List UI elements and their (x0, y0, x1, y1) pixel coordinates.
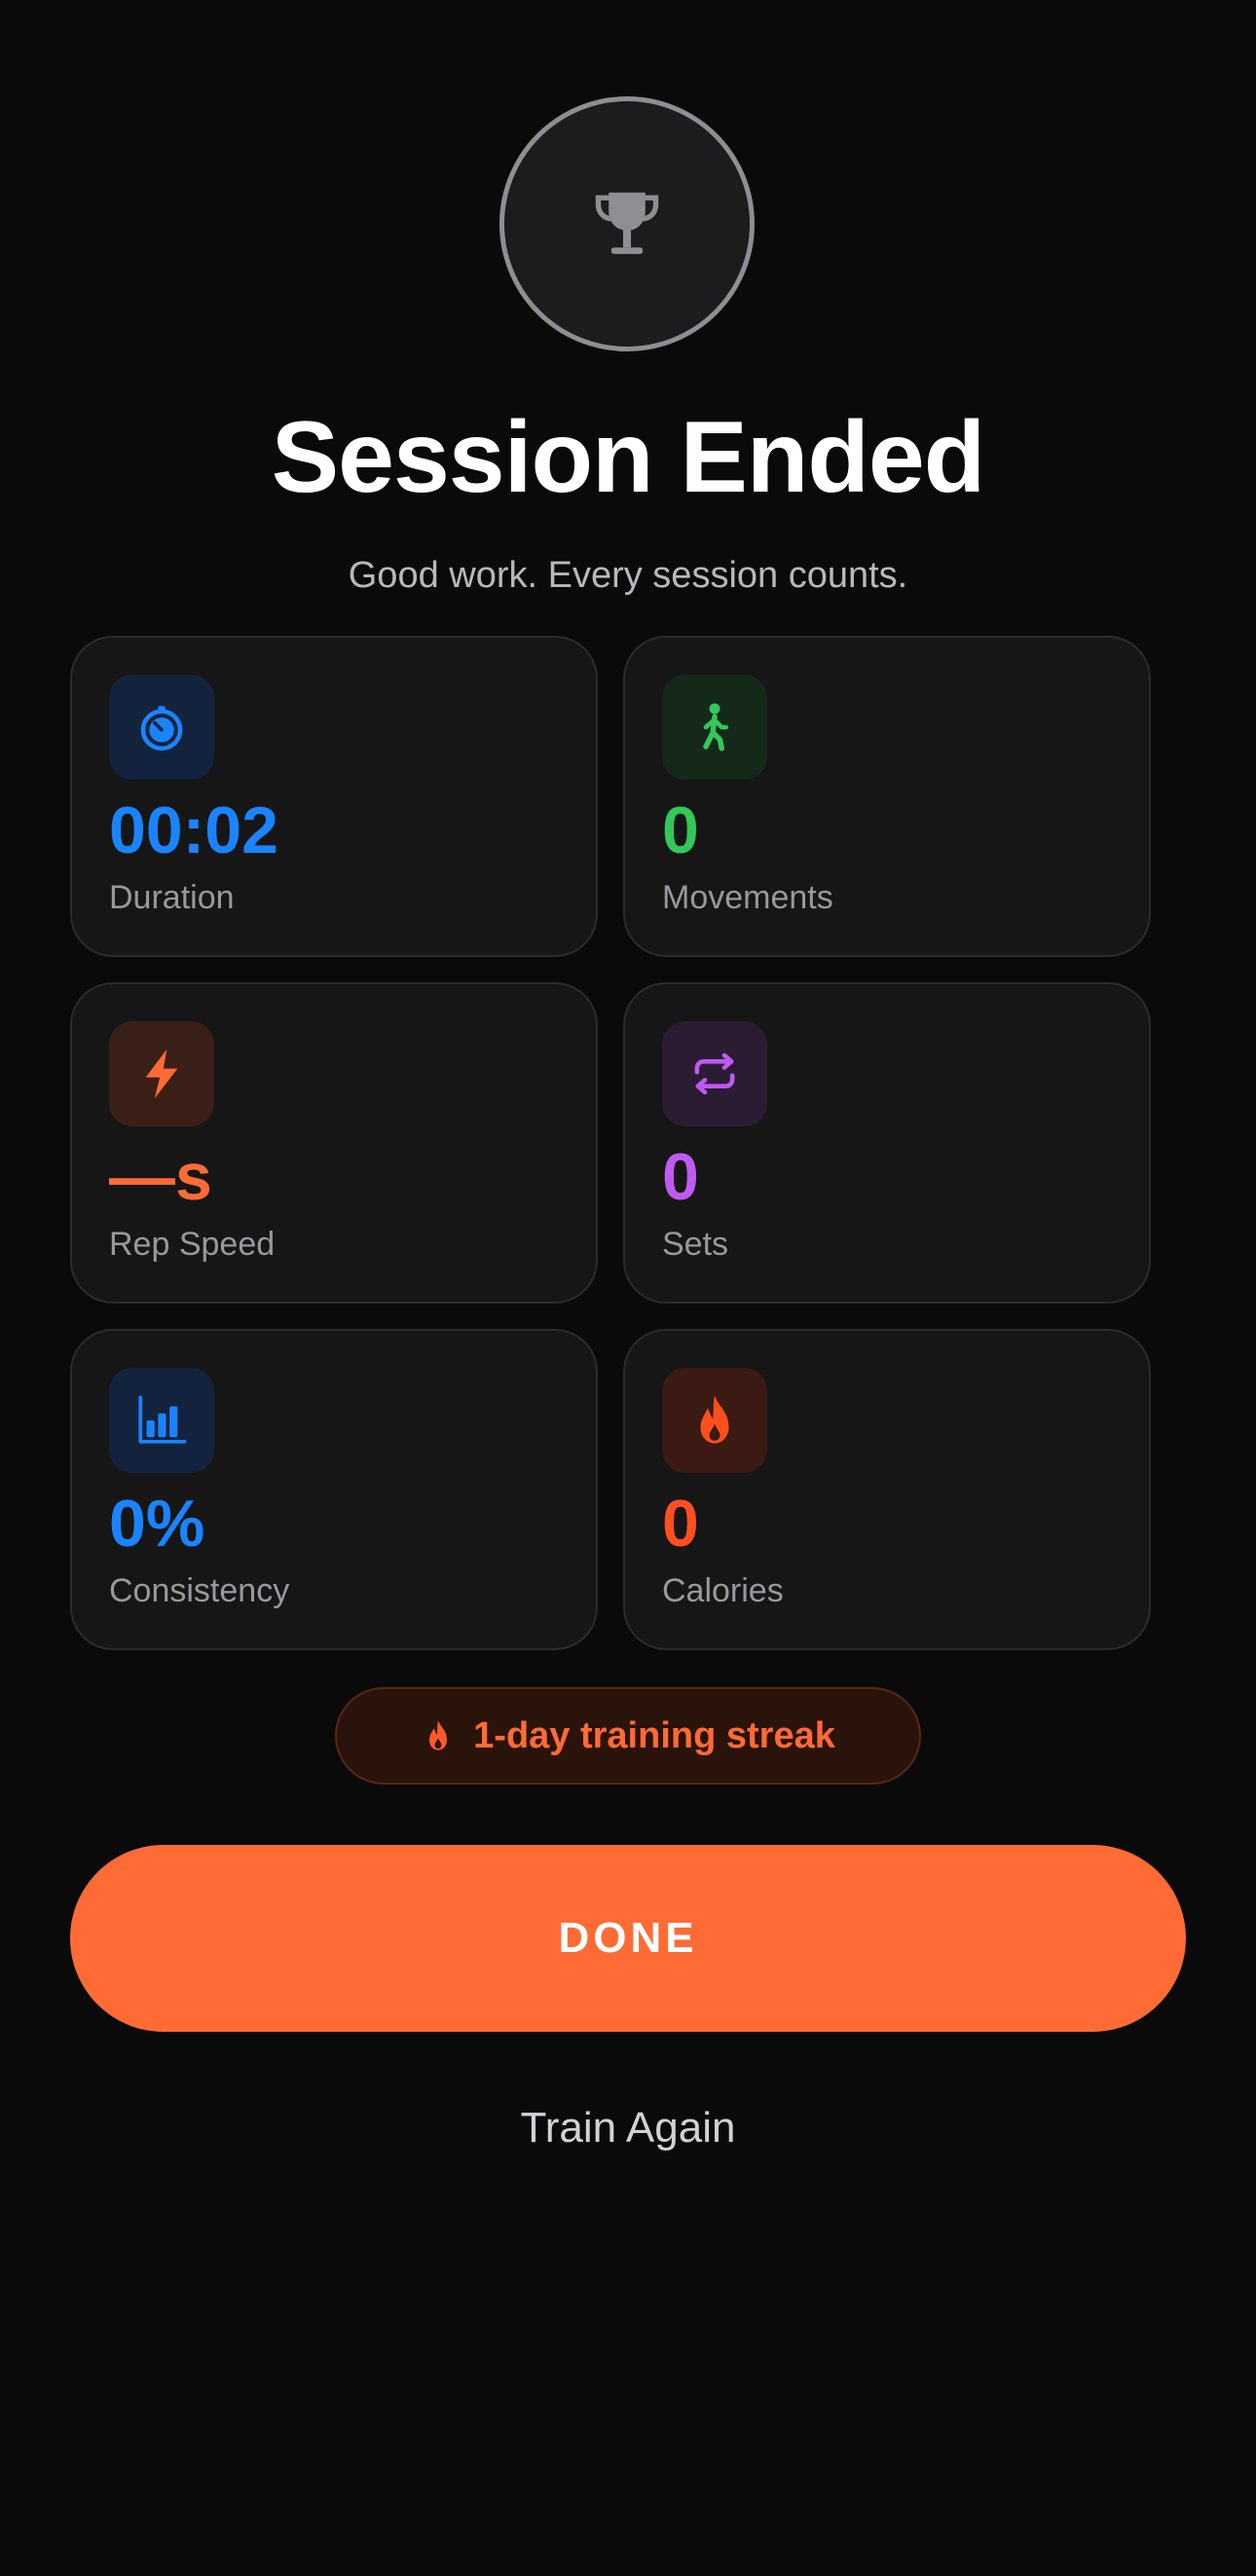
bar-chart-icon (138, 1395, 187, 1444)
stat-label: Movements (662, 879, 833, 916)
stat-label: Consistency (109, 1572, 290, 1609)
stat-value: 0% (109, 1487, 205, 1561)
stat-label: Duration (109, 879, 235, 916)
stat-icon-box (662, 1368, 767, 1473)
stat-card-duration: 00:02 Duration (70, 636, 598, 957)
done-button[interactable]: DONE (70, 1845, 1186, 2032)
flame-icon (429, 1720, 448, 1750)
flame-icon (700, 1395, 729, 1444)
stat-card-sets: 0 Sets (623, 982, 1151, 1304)
repeat-icon (694, 1052, 735, 1095)
stopwatch-icon (140, 706, 183, 752)
stat-icon-box (662, 675, 767, 780)
lightning-bolt-icon (145, 1049, 178, 1099)
stat-value: 0 (662, 1140, 699, 1214)
page-title: Session Ended (271, 401, 986, 514)
stat-icon-box (109, 675, 214, 780)
walking-figure-icon (703, 703, 729, 752)
streak-badge: 1-day training streak (335, 1687, 921, 1785)
stat-card-rep-speed: —s Rep Speed (70, 982, 598, 1304)
stat-label: Sets (662, 1226, 729, 1263)
done-button-label: DONE (558, 1914, 698, 1962)
page-subtitle: Good work. Every session counts. (348, 555, 908, 596)
trophy-badge (499, 96, 755, 351)
stat-label: Rep Speed (109, 1226, 276, 1263)
stat-label: Calories (662, 1572, 784, 1609)
stat-card-movements: 0 Movements (623, 636, 1151, 957)
stat-value: 00:02 (109, 793, 278, 867)
stat-value: 0 (662, 1487, 699, 1561)
trophy-icon (595, 192, 659, 254)
streak-text: 1-day training streak (473, 1715, 835, 1756)
stat-value: —s (109, 1140, 212, 1214)
stat-card-consistency: 0% Consistency (70, 1329, 598, 1650)
train-again-button[interactable]: Train Again (0, 2107, 1256, 2150)
stat-card-calories: 0 Calories (623, 1329, 1151, 1650)
stat-icon-box (662, 1021, 767, 1126)
stat-icon-box (109, 1021, 214, 1126)
stat-value: 0 (662, 793, 699, 867)
stat-icon-box (109, 1368, 214, 1473)
session-summary-screen: Session Ended Good work. Every session c… (0, 0, 1256, 2576)
